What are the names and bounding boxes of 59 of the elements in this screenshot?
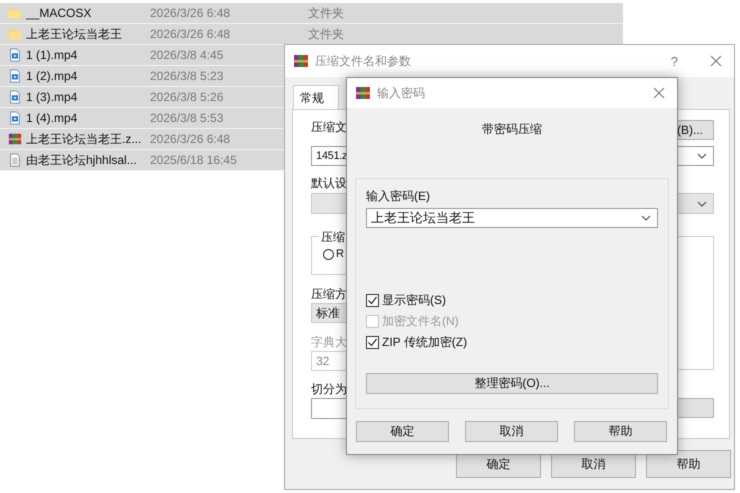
field-label: 切分为	[311, 382, 347, 396]
dialog-button[interactable]: 帮助	[574, 421, 667, 442]
password-combo[interactable]: 上老王论坛当老王	[366, 208, 658, 228]
archive-icon	[8, 132, 22, 146]
file-row[interactable]: __MACOSX 2026/3/26 6:48 文件夹	[0, 3, 623, 24]
help-button[interactable]: ?	[670, 54, 678, 68]
chevron-down-icon	[697, 153, 707, 159]
video-file-icon	[8, 69, 22, 83]
close-icon[interactable]	[710, 55, 722, 67]
checkbox-label: 加密文件名(N)	[382, 313, 459, 330]
file-type: 文件夹	[308, 4, 344, 22]
archive-app-icon	[293, 53, 309, 69]
file-name: 1 (1).mp4	[26, 48, 78, 62]
field-label: 输入密码(E)	[366, 189, 430, 203]
radio-button[interactable]	[323, 248, 334, 260]
file-name: 1 (4).mp4	[26, 111, 78, 125]
file-date: 2026/3/26 6:48	[150, 132, 232, 146]
file-date: 2026/3/26 6:48	[150, 27, 232, 41]
file-date: 2026/3/8 4:45	[150, 48, 224, 62]
file-date: 2026/3/8 5:26	[150, 90, 224, 104]
checkbox[interactable]	[366, 294, 379, 307]
file-date: 2025/6/18 16:45	[150, 153, 238, 167]
file-name: 1 (2).mp4	[26, 69, 78, 83]
checkbox[interactable]	[366, 336, 379, 349]
radio-label: R	[336, 248, 344, 260]
file-name: 由老王论坛hjhhlsal...	[26, 152, 138, 168]
file-type: 文件夹	[308, 26, 344, 42]
folder-icon	[8, 27, 22, 41]
file-name: __MACOSX	[26, 6, 92, 20]
text-file-icon	[8, 153, 22, 167]
video-file-icon	[8, 90, 22, 104]
video-file-icon	[8, 48, 22, 62]
file-date: 2026/3/8 5:23	[150, 69, 224, 83]
video-file-icon	[8, 111, 22, 125]
file-date: 2026/3/8 5:53	[150, 111, 224, 125]
window-title: 压缩文件名和参数	[315, 52, 411, 70]
field-label: 默认设	[311, 176, 347, 190]
file-row[interactable]: 上老王论坛当老王 2026/3/26 6:48 文件夹	[0, 24, 623, 45]
folder-icon	[8, 6, 22, 20]
field-label: 压缩方	[311, 287, 347, 301]
chevron-down-icon	[697, 200, 707, 206]
tab[interactable]: 常规	[293, 85, 339, 109]
dialog-heading: 带密码压缩	[481, 121, 543, 138]
file-name: 1 (3).mp4	[26, 90, 78, 104]
field-label: 字典大	[311, 335, 347, 349]
dialog-button[interactable]: 确定	[356, 421, 449, 442]
file-name: 上老王论坛当老王	[26, 26, 123, 42]
checkbox-label: 显示密码(S)	[382, 292, 446, 309]
dialog-button[interactable]: 取消	[465, 421, 558, 442]
checkbox-label: ZIP 传统加密(Z)	[382, 334, 468, 351]
file-date: 2026/3/26 6:48	[150, 6, 232, 20]
field-label: 压缩文	[311, 120, 347, 134]
close-icon[interactable]	[653, 87, 665, 99]
chevron-down-icon	[641, 215, 651, 221]
file-name: 上老王论坛当老王.z...	[26, 130, 142, 148]
window-title: 输入密码	[377, 84, 425, 102]
organize-passwords-button[interactable]: 整理密码(O)...	[366, 373, 658, 394]
archive-app-icon	[355, 85, 371, 101]
dialog-button[interactable]: 帮助	[646, 450, 731, 478]
